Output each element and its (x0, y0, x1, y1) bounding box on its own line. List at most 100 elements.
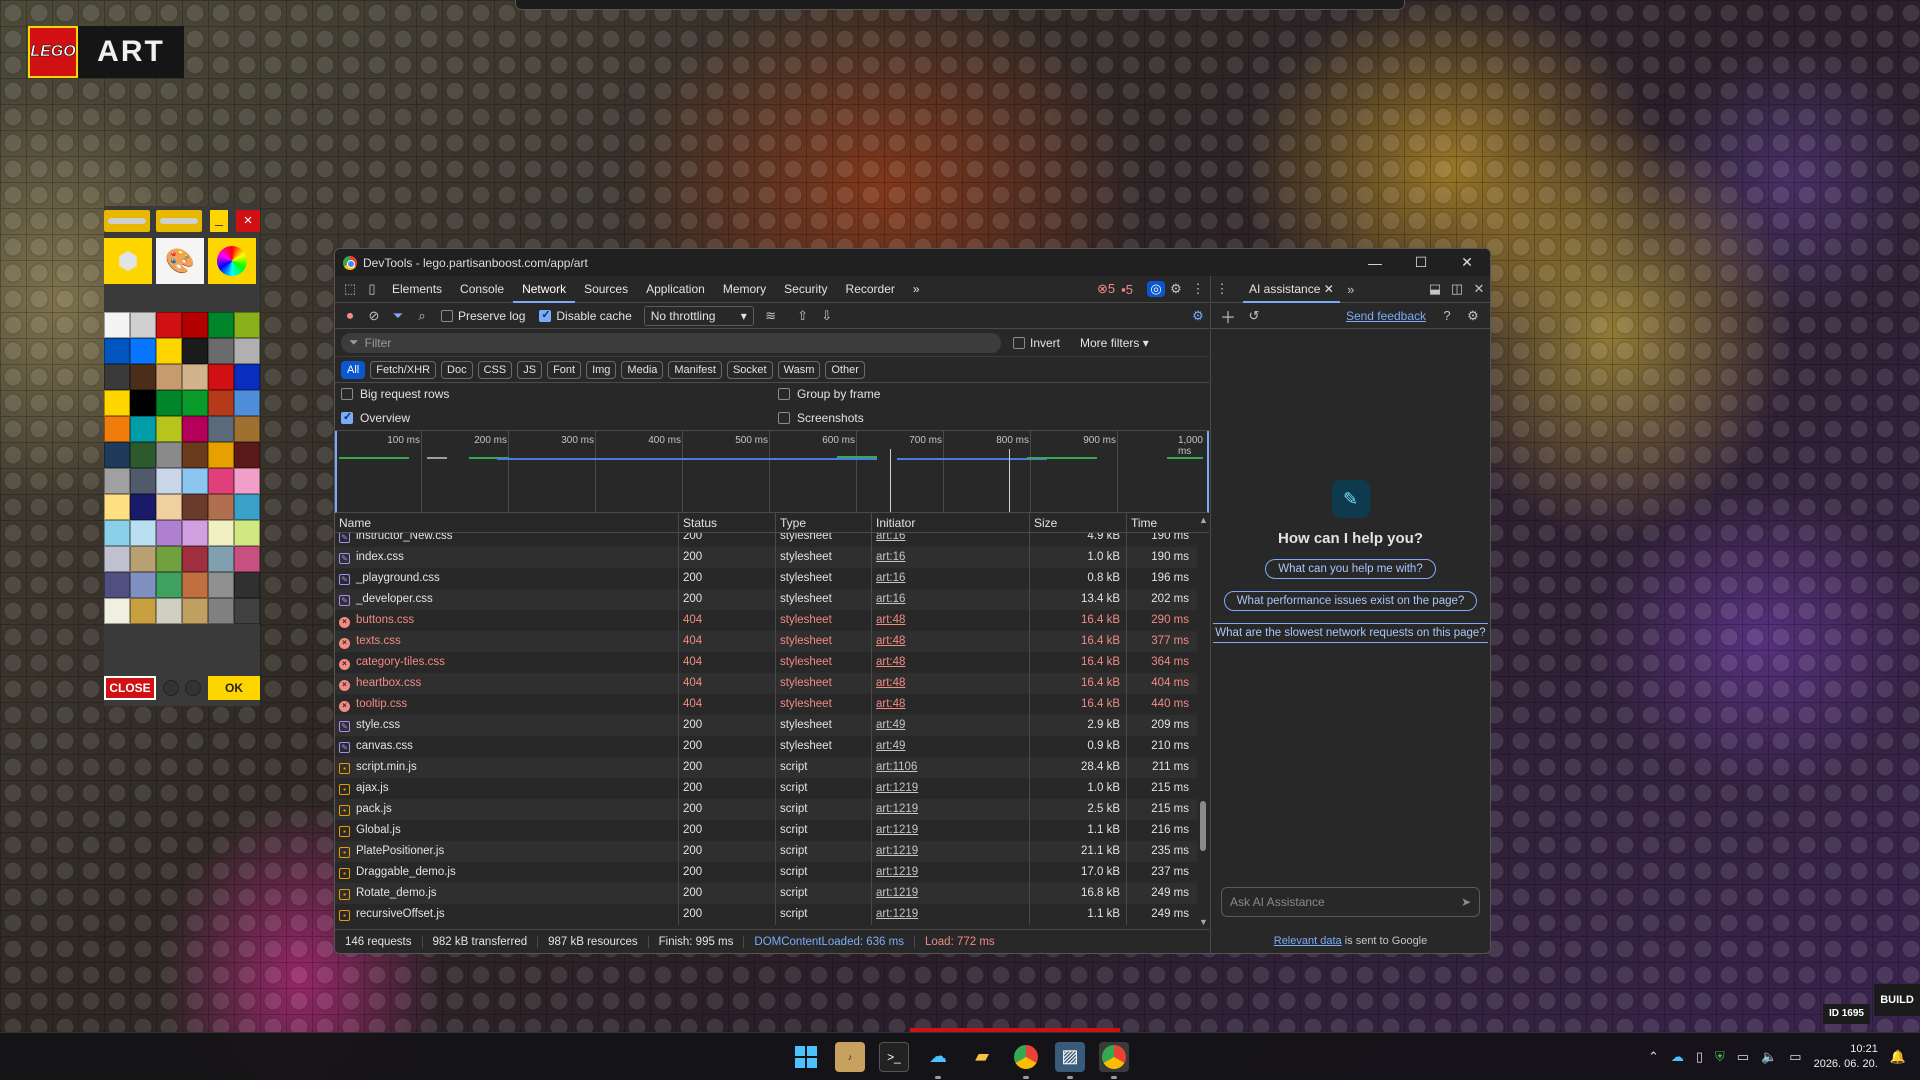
big-request-rows-checkbox[interactable]: Big request rows (341, 387, 449, 401)
table-scrollbar[interactable]: ▲ ▼ (1197, 515, 1209, 927)
send-icon[interactable]: ➤ (1461, 895, 1471, 909)
table-row[interactable]: ▪ Global.js 200 script art:1219 1.1 kB 216 ms (335, 820, 1197, 841)
usb-icon[interactable]: ▯ (1696, 1049, 1703, 1065)
table-row[interactable]: ▪ script.min.js 200 script art:1106 28.4 kB 21… (335, 757, 1197, 778)
color-swatch[interactable] (104, 572, 130, 598)
color-swatch[interactable] (182, 442, 208, 468)
tab-recorder[interactable]: Recorder (837, 276, 904, 303)
palette-ok-button[interactable]: OK (208, 676, 260, 700)
preserve-log-checkbox[interactable]: Preserve log (441, 309, 525, 323)
table-row[interactable]: × texts.css 404 stylesheet art:48 16.4 kB 377 … (335, 631, 1197, 652)
cell-initiator[interactable]: art:49 (872, 715, 1030, 736)
color-swatch[interactable] (104, 442, 130, 468)
close-drawer-icon[interactable]: ✕ (1468, 281, 1490, 297)
type-filter-doc[interactable]: Doc (441, 360, 473, 379)
color-swatch[interactable] (104, 312, 130, 338)
more-filters-dropdown[interactable]: More filters ▾ (1080, 336, 1149, 350)
table-row[interactable]: ✎ style.css 200 stylesheet art:49 2.9 kB 209 m… (335, 715, 1197, 736)
kebab-menu-icon[interactable]: ⋮ (1211, 281, 1233, 297)
color-swatch[interactable] (130, 494, 156, 520)
color-swatch[interactable] (156, 390, 182, 416)
suggestion-button[interactable]: What can you help me with? (1265, 559, 1436, 579)
screenshots-checkbox[interactable]: Screenshots (778, 411, 864, 425)
tab-network[interactable]: Network (513, 276, 576, 303)
cell-initiator[interactable]: art:48 (872, 694, 1030, 715)
color-swatch[interactable] (208, 338, 234, 364)
col-size[interactable]: Size (1030, 513, 1127, 532)
clear-icon[interactable]: ⊘ (363, 308, 385, 324)
photos-app-icon[interactable]: ▨ (1055, 1041, 1085, 1079)
cell-initiator[interactable]: art:16 (872, 568, 1030, 589)
cell-initiator[interactable]: art:1106 (872, 757, 1030, 778)
color-swatch[interactable] (156, 572, 182, 598)
paint-palette-icon[interactable]: 🎨 (156, 238, 204, 284)
windows-start-icon[interactable] (791, 1042, 821, 1072)
table-row[interactable]: ▪ Rotate_demo.js 200 script art:1219 16.8 kB 2… (335, 883, 1197, 904)
ai-settings-gear-icon[interactable]: ⚙ (1462, 308, 1484, 324)
color-swatch[interactable] (208, 494, 234, 520)
import-har-icon[interactable]: ⇧ (792, 308, 814, 324)
col-status[interactable]: Status (679, 513, 776, 532)
network-settings-icon[interactable]: ⚙ (1187, 308, 1209, 324)
error-count-icon[interactable]: ⊗5 (1097, 281, 1115, 297)
color-swatch[interactable] (182, 312, 208, 338)
close-tab-icon[interactable]: ✕ (1324, 282, 1334, 296)
color-swatch[interactable] (182, 494, 208, 520)
record-stop-icon[interactable]: ⏺ (339, 308, 361, 324)
table-row[interactable]: ✎ index.css 200 stylesheet art:16 1.0 kB 190 m… (335, 547, 1197, 568)
table-row[interactable]: ▪ pack.js 200 script art:1219 2.5 kB 215 ms (335, 799, 1197, 820)
type-filter-css[interactable]: CSS (477, 360, 513, 379)
cell-initiator[interactable]: art:1219 (872, 778, 1030, 799)
terminal-icon[interactable]: >_ (879, 1041, 909, 1072)
build-button[interactable]: BUILD (1874, 984, 1920, 1016)
suggestion-button[interactable]: What performance issues exist on the pag… (1223, 591, 1478, 611)
scrollbar-thumb[interactable] (1200, 801, 1206, 851)
cell-initiator[interactable]: art:49 (872, 736, 1030, 757)
color-swatch[interactable] (208, 364, 234, 390)
defender-icon[interactable]: ⛨ (1715, 1049, 1725, 1065)
color-swatch[interactable] (234, 312, 260, 338)
ai-toggle-icon[interactable]: ◎ (1147, 281, 1165, 297)
color-swatch[interactable] (104, 598, 130, 624)
color-swatch[interactable] (208, 546, 234, 572)
network-conditions-icon[interactable]: ≋ (760, 308, 782, 324)
col-time[interactable]: Time (1127, 513, 1195, 532)
scroll-up-icon[interactable]: ▲ (1199, 515, 1208, 525)
ai-prompt-input[interactable]: Ask AI Assistance ➤ (1221, 887, 1480, 917)
dock-side-icon[interactable]: ◫ (1446, 281, 1468, 297)
color-swatch[interactable] (182, 390, 208, 416)
volume-icon[interactable]: 🔈 (1761, 1049, 1777, 1065)
cell-initiator[interactable]: art:1219 (872, 799, 1030, 820)
cell-initiator[interactable]: art:16 (872, 547, 1030, 568)
tab-elements[interactable]: Elements (383, 276, 451, 303)
color-swatch[interactable] (208, 468, 234, 494)
color-swatch[interactable] (130, 390, 156, 416)
color-swatch[interactable] (208, 312, 234, 338)
invert-checkbox[interactable]: Invert (1013, 336, 1060, 350)
color-swatch[interactable] (156, 546, 182, 572)
color-swatch[interactable] (104, 416, 130, 442)
minimize-icon[interactable]: — (1352, 255, 1398, 271)
col-initiator[interactable]: Initiator (872, 513, 1030, 532)
suggestion-button[interactable]: What are the slowest network requests on… (1213, 623, 1488, 643)
device-toolbar-icon[interactable]: ▯ (361, 281, 383, 297)
cell-initiator[interactable]: art:48 (872, 631, 1030, 652)
palette-close-x-button[interactable]: × (236, 210, 260, 232)
col-type[interactable]: Type (776, 513, 872, 532)
color-swatch[interactable] (104, 364, 130, 390)
color-swatch[interactable] (208, 390, 234, 416)
color-swatch[interactable] (156, 416, 182, 442)
color-swatch[interactable] (234, 468, 260, 494)
color-swatch[interactable] (182, 598, 208, 624)
color-swatch[interactable] (208, 442, 234, 468)
type-filter-wasm[interactable]: Wasm (777, 360, 821, 379)
table-row[interactable]: ▪ PlatePositioner.js 200 script art:1219 21.1… (335, 841, 1197, 862)
dock-bottom-icon[interactable]: ⬓ (1424, 281, 1446, 297)
disable-cache-checkbox[interactable]: Disable cache (539, 308, 632, 323)
type-filter-fetchxhr[interactable]: Fetch/XHR (370, 360, 437, 379)
filter-input[interactable]: ⏷ Filter (341, 332, 1001, 353)
color-swatch[interactable] (156, 468, 182, 494)
color-swatch[interactable] (234, 364, 260, 390)
color-swatch[interactable] (234, 598, 260, 624)
cell-initiator[interactable]: art:48 (872, 610, 1030, 631)
